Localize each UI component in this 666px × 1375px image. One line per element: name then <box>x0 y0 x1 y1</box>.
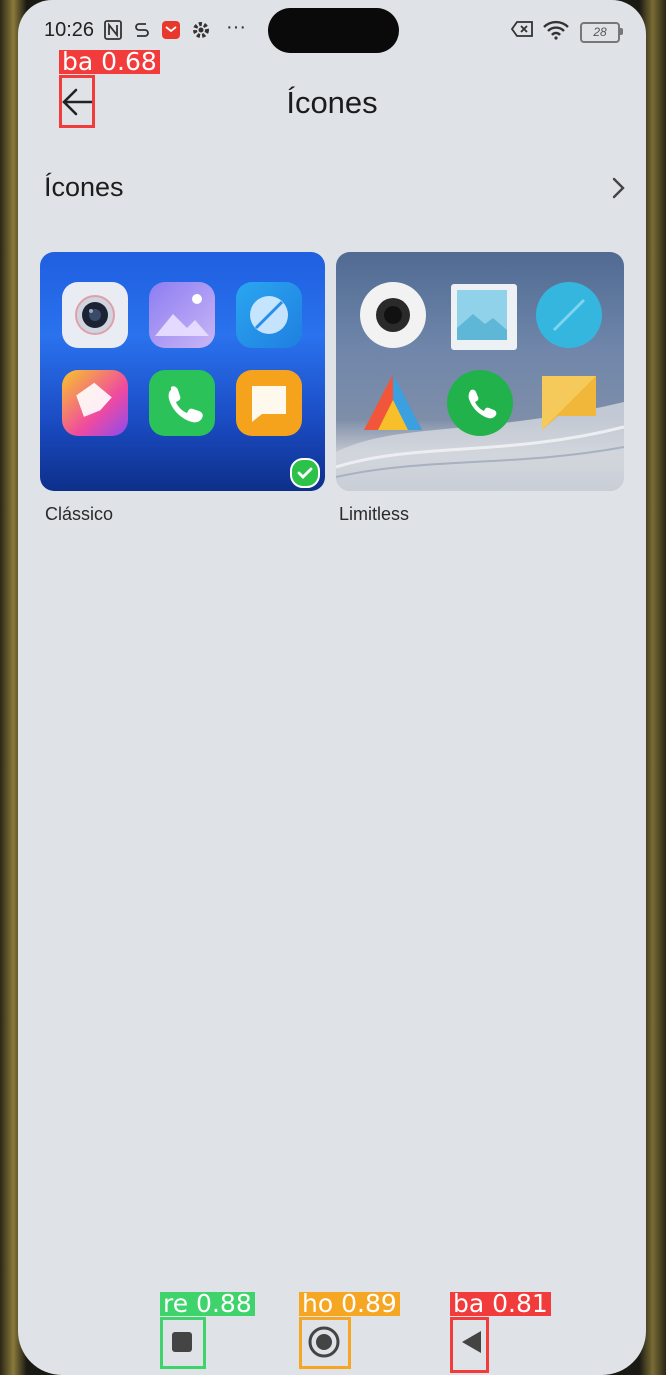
detection-label-back-nav: ba 0.81 <box>450 1291 551 1316</box>
battery-tip <box>620 28 623 35</box>
detection-box-back-nav <box>450 1317 489 1373</box>
section-icons-link[interactable]: Ícones <box>18 160 646 216</box>
browser-icon <box>536 282 602 348</box>
gallery-icon <box>451 284 517 350</box>
mail-app-icon <box>161 20 181 46</box>
more-icon: ··· <box>226 16 246 38</box>
page-title: Ícones <box>286 85 378 120</box>
data-off-icon <box>510 20 534 44</box>
theme-label-classico: Clássico <box>45 504 114 524</box>
gallery-icon <box>149 282 215 348</box>
theme-label-limitless: Limitless <box>339 504 410 524</box>
camera-icon <box>360 282 426 348</box>
nfc-icon <box>104 20 122 46</box>
camera-notch <box>268 8 399 53</box>
screen: 10:26 ··· 28 Ícones Ícones Clássico Limi… <box>18 0 646 1375</box>
detection-label-home: ho 0.89 <box>299 1291 400 1316</box>
browser-icon <box>236 282 302 348</box>
themes-icon <box>360 370 426 436</box>
top-app-bar: Ícones <box>18 70 646 136</box>
detection-label-recents: re 0.88 <box>160 1291 255 1316</box>
camera-icon <box>62 282 128 348</box>
battery-icon: 28 <box>580 22 620 43</box>
detection-label-back: ba 0.68 <box>59 49 160 74</box>
gear-icon <box>191 20 211 46</box>
section-title: Ícones <box>44 172 124 202</box>
theme-preview-classico <box>40 252 325 491</box>
selected-check-icon <box>290 458 320 488</box>
messages-icon <box>536 370 602 436</box>
detection-box-recents <box>160 1317 206 1369</box>
themes-icon <box>62 370 128 436</box>
messages-icon <box>236 370 302 436</box>
phone-icon <box>149 370 215 436</box>
detection-box-home <box>299 1317 351 1369</box>
wifi-icon <box>542 20 570 46</box>
status-time: 10:26 <box>44 19 95 41</box>
detection-box-back <box>59 75 95 128</box>
phone-icon <box>447 370 513 436</box>
chevron-right-icon <box>612 177 625 199</box>
sync-icon <box>134 20 150 46</box>
theme-preview-limitless <box>336 252 624 491</box>
